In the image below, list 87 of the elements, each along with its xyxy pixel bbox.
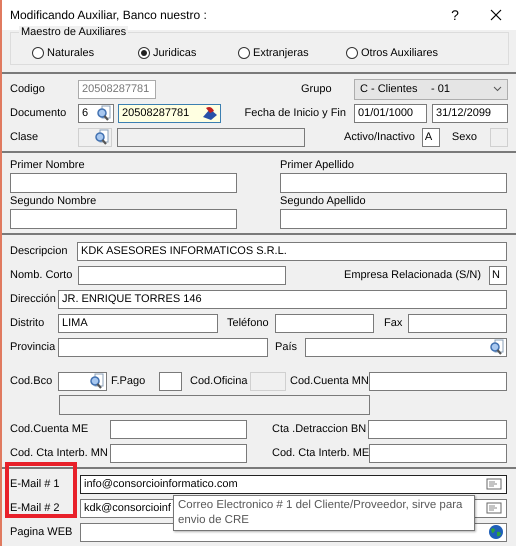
bank-code-field[interactable] xyxy=(58,372,107,390)
codigo-field[interactable]: 20508287781 xyxy=(78,80,156,98)
field-label: Cod.Oficina xyxy=(190,375,248,387)
search-icon[interactable] xyxy=(94,129,110,145)
window-title: Modificando Auxiliar, Banco nuestro : xyxy=(10,8,208,22)
envelope-icon[interactable] xyxy=(486,478,502,490)
account-mn-field[interactable] xyxy=(368,372,507,390)
field-label: Cod.Cuenta MN xyxy=(290,375,369,387)
field-label: Cod.Bco xyxy=(10,375,54,387)
tooltip: Correo Electronico # 1 del Cliente/Proveedor, sirve para envio de CRE xyxy=(173,495,475,531)
sexo-field[interactable] xyxy=(490,128,508,146)
short-name-field[interactable] xyxy=(78,266,286,284)
field-label: Segundo Apellido xyxy=(280,195,367,209)
field-label: Primer Nombre xyxy=(10,159,86,173)
interbank-mn-field[interactable] xyxy=(110,444,247,462)
field-label: País xyxy=(275,341,298,353)
clase-code-field[interactable] xyxy=(78,128,112,146)
search-icon[interactable] xyxy=(489,339,505,355)
field-label: Sexo xyxy=(452,131,477,143)
field-label: Descripcion xyxy=(10,245,68,257)
field-label: Cod.Cuenta ME xyxy=(10,423,90,435)
field-label: Cod. Cta Interb. MN xyxy=(10,447,109,459)
field-label: Teléfono xyxy=(227,317,270,329)
name-field[interactable] xyxy=(10,209,237,229)
help-button[interactable]: ? xyxy=(445,7,465,23)
district-field[interactable]: LIMA xyxy=(58,314,218,332)
close-icon[interactable] xyxy=(490,9,502,21)
payment-field[interactable] xyxy=(159,372,182,390)
search-icon[interactable] xyxy=(89,373,105,389)
country-field[interactable] xyxy=(305,338,507,356)
field-label: Pagina WEB xyxy=(10,526,74,538)
office-code-field[interactable] xyxy=(250,372,286,390)
field-label: F.Pago xyxy=(111,375,146,387)
envelope-icon[interactable] xyxy=(486,502,502,514)
field-label: Fecha de Inicio y Fin xyxy=(244,107,346,119)
field-label: E-Mail # 1 xyxy=(10,478,61,490)
field-label: E-Mail # 2 xyxy=(10,502,61,514)
descripcion-field[interactable]: KDK ASESORES INFORMATICOS S.R.L. xyxy=(77,242,507,260)
field-label: Distrito xyxy=(10,317,46,329)
field-label: Primer Apellido xyxy=(280,159,355,173)
field-label: Fax xyxy=(384,317,404,329)
clase-name-field[interactable] xyxy=(117,128,305,146)
document-number-field[interactable]: 20508287781 xyxy=(118,104,221,122)
field-label: Grupo xyxy=(301,83,333,95)
field-label: Activo/Inactivo xyxy=(344,131,415,143)
activo-field[interactable]: A xyxy=(422,128,440,146)
province-field[interactable] xyxy=(58,338,268,356)
radio-label: Juridicas xyxy=(153,47,196,59)
radio-button[interactable] xyxy=(238,47,250,59)
name-field[interactable] xyxy=(280,209,507,229)
search-icon[interactable] xyxy=(96,105,112,121)
interbank-me-field[interactable] xyxy=(369,444,507,462)
field-label: Dirección xyxy=(10,293,57,305)
email-field[interactable]: info@consorcioinformatico.com xyxy=(80,474,507,494)
account-me-field[interactable] xyxy=(110,420,247,438)
bank-name-field[interactable] xyxy=(59,395,370,415)
chevron-down-icon[interactable] xyxy=(493,86,502,92)
fax-field[interactable] xyxy=(408,314,507,332)
related-company-field[interactable]: N xyxy=(489,266,507,284)
field-label: Clase xyxy=(10,131,40,143)
field-label: Documento xyxy=(10,107,68,119)
detraction-account-field[interactable] xyxy=(368,420,507,438)
highlight-frame xyxy=(5,462,77,518)
field-label: Provincia xyxy=(10,341,56,353)
name-field[interactable] xyxy=(280,173,507,193)
field-label: Nomb. Corto xyxy=(10,269,74,281)
name-field[interactable] xyxy=(10,173,237,193)
address-field[interactable]: JR. ENRIQUE TORRES 146 xyxy=(58,290,507,308)
radio-button[interactable] xyxy=(346,47,358,59)
field-label: Codigo xyxy=(10,83,46,95)
group-title: Maestro de Auxiliares xyxy=(19,26,128,38)
end-date-field[interactable]: 31/12/2099 xyxy=(432,104,508,122)
field-label: Segundo Nombre xyxy=(10,195,98,209)
emblem-icon[interactable] xyxy=(201,105,219,121)
radio-button[interactable] xyxy=(32,47,44,59)
start-date-field[interactable]: 01/01/1000 xyxy=(354,104,427,122)
phone-field[interactable] xyxy=(275,314,374,332)
globe-icon[interactable] xyxy=(488,524,504,540)
field-label: Cod. Cta Interb. ME xyxy=(272,447,370,459)
grupo-dropdown[interactable]: C - Clientes - 01 xyxy=(354,78,508,100)
radio-button[interactable] xyxy=(138,47,150,59)
radio-label: Otros Auxiliares xyxy=(361,47,438,59)
field-label: Cta .Detraccion BN xyxy=(272,423,368,435)
radio-label: Extranjeras xyxy=(253,47,309,59)
radio-label: Naturales xyxy=(47,47,94,59)
field-label: Empresa Relacionada (S/N) xyxy=(344,269,481,281)
document-type-field[interactable]: 6 xyxy=(78,104,114,122)
